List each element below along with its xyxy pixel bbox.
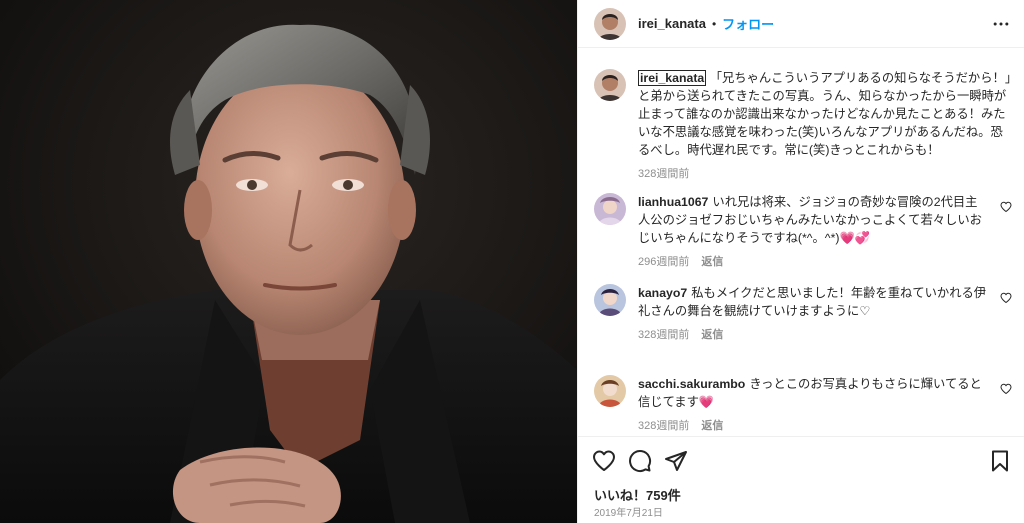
comment-item: sacchi.sakurambo きっとこのお写真よりもさらに輝いてると信じてます… [594,375,1014,433]
avatar-image [594,7,626,40]
post-actions: いいね！759件 2019年7月21日 [578,436,1024,523]
comment-time: 328週間前 [638,329,690,341]
post-photo[interactable] [0,0,577,523]
caption-time: 328週間前 [638,168,690,180]
caption-avatar[interactable] [594,69,626,101]
comment-text: lianhua1067 いれ兄は将来、ジョジョの奇妙な冒険の2代目主人公のジョゼフ… [638,193,988,247]
more-horizontal-icon[interactable] [991,14,1011,34]
header-username[interactable]: irei_kanata [638,16,706,31]
comment-username[interactable]: lianhua1067 [638,195,708,209]
comment-username[interactable]: sacchi.sakurambo [638,377,745,391]
comment-username[interactable]: kanayo7 [638,286,687,300]
follow-button[interactable]: フォロー [722,14,774,33]
comment-meta: 328週間前 返信 [638,326,1014,342]
comment-time: 296週間前 [638,256,690,268]
caption-username[interactable]: irei_kanata [638,70,707,86]
like-comment-heart-icon[interactable] [1000,383,1012,395]
comment-item: kanayo7 私もメイクだと思いました！年齢を重ねていかれる伊礼さんの舞台を観続… [594,284,1014,342]
like-count[interactable]: いいね！759件 [594,485,681,504]
like-comment-heart-icon[interactable] [1000,201,1012,213]
comment-meta: 328週間前 返信 [638,417,1014,433]
comment-body: 私もメイクだと思いました！年齢を重ねていかれる伊礼さんの舞台を観続けていけますよ… [638,286,987,318]
avatar[interactable] [594,7,626,40]
reply-button[interactable]: 返信 [701,256,723,268]
instagram-post: irei_kanata • フォロー irei_kanata 「兄ちゃんこういう… [0,0,1024,523]
portrait-image [0,0,577,523]
post-caption: irei_kanata 「兄ちゃんこういうアプリあるの知らなそうだから！」と弟か… [594,69,1014,181]
post-side-panel: irei_kanata • フォロー irei_kanata 「兄ちゃんこういう… [577,0,1024,523]
separator-dot: • [711,16,717,31]
share-icon[interactable] [664,449,688,473]
avatar-image [594,284,626,316]
comment-time: 328週間前 [638,420,690,432]
comment-text: sacchi.sakurambo きっとこのお写真よりもさらに輝いてると信じてます… [638,375,988,411]
comment-icon[interactable] [628,449,652,473]
commenter-avatar[interactable] [594,284,626,316]
reply-button[interactable]: 返信 [701,329,723,341]
avatar-image [594,375,626,407]
bookmark-icon[interactable] [988,449,1012,473]
post-header: irei_kanata • フォロー [578,0,1024,48]
comment-thread[interactable]: irei_kanata 「兄ちゃんこういうアプリあるの知らなそうだから！」と弟か… [578,49,1024,435]
post-date: 2019年7月21日 [594,508,663,519]
comment-text: kanayo7 私もメイクだと思いました！年齢を重ねていかれる伊礼さんの舞台を観続… [638,284,988,320]
like-comment-heart-icon[interactable] [1000,292,1012,304]
commenter-avatar[interactable] [594,375,626,407]
reply-button[interactable]: 返信 [701,420,723,432]
caption-text: irei_kanata 「兄ちゃんこういうアプリあるの知らなそうだから！」と弟か… [638,69,1014,159]
commenter-avatar[interactable] [594,193,626,225]
comment-meta: 296週間前 返信 [638,253,1014,269]
avatar-image [594,69,626,101]
avatar-image [594,193,626,225]
heart-icon[interactable] [592,449,616,473]
comment-item: lianhua1067 いれ兄は将来、ジョジョの奇妙な冒険の2代目主人公のジョゼフ… [594,193,1014,269]
